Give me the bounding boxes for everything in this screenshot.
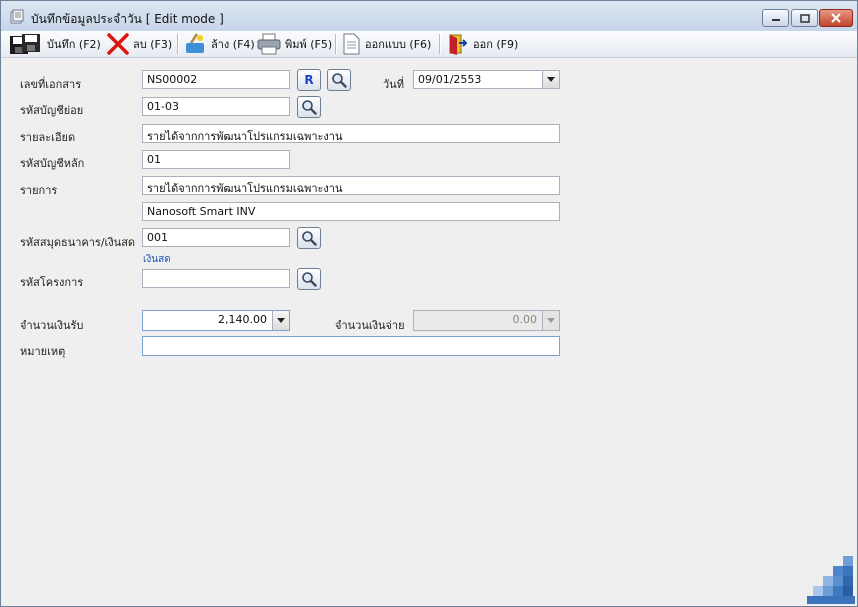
date-value: 09/01/2553 <box>418 73 482 86</box>
income-field[interactable]: 2,140.00 <box>142 310 290 331</box>
project-label: รหัสโครงการ <box>20 276 84 289</box>
bank-code-field[interactable]: 001 <box>142 228 290 247</box>
maximize-icon <box>799 13 810 23</box>
clear-button[interactable]: ล้าง (F4) <box>183 33 255 55</box>
item-field[interactable]: รายได้จากการพัฒนาโปรแกรมเฉพาะงาน <box>142 176 560 195</box>
print-label: พิมพ์ (F5) <box>285 38 333 51</box>
detail-field[interactable]: รายได้จากการพัฒนาโปรแกรมเฉพาะงาน <box>142 124 560 143</box>
bank-code-search-button[interactable] <box>297 227 321 249</box>
income-dropdown-button[interactable] <box>272 311 289 330</box>
note-field[interactable] <box>142 336 560 356</box>
minimize-icon <box>771 19 780 21</box>
exit-door-icon <box>449 34 467 55</box>
magnifier-icon <box>302 272 317 287</box>
expense-value: 0.00 <box>512 313 538 326</box>
chevron-down-icon <box>277 318 285 323</box>
note-label: หมายเหตุ <box>20 345 66 358</box>
chevron-down-icon <box>547 77 555 82</box>
doc-no-search-button[interactable] <box>327 69 351 91</box>
resize-grip-icon[interactable] <box>807 556 855 604</box>
sub-account-search-button[interactable] <box>297 96 321 118</box>
save-button[interactable]: บันทึก (F2) <box>9 33 101 55</box>
toolbar: บันทึก (F2) ลบ (F3) ล้าง (F4) พิมพ์ (F5) <box>1 31 857 58</box>
main-account-label: รหัสบัญชีหลัก <box>20 157 85 170</box>
bank-code-label: รหัสสมุดธนาคาร/เงินสด <box>20 236 136 249</box>
delete-label: ลบ (F3) <box>133 38 173 51</box>
item-label: รายการ <box>20 184 58 197</box>
design-button[interactable]: ออกแบบ (F6) <box>341 33 431 55</box>
maximize-button[interactable] <box>791 9 818 27</box>
date-dropdown-button[interactable] <box>542 71 559 88</box>
delete-button[interactable]: ลบ (F3) <box>107 33 172 55</box>
title-bar: บันทึกข้อมูลประจำวัน [ Edit mode ] <box>1 1 857 32</box>
minimize-button[interactable] <box>762 9 789 27</box>
exit-button[interactable]: ออก (F9) <box>447 33 518 55</box>
bank-code-name: เงินสด <box>143 254 171 265</box>
toolbar-separator <box>335 34 336 54</box>
design-label: ออกแบบ (F6) <box>365 38 432 51</box>
save-label: บันทึก (F2) <box>47 38 101 51</box>
printer-icon <box>257 33 281 55</box>
r-button-label: R <box>304 73 314 87</box>
floppy-disk-icon <box>10 34 40 54</box>
expense-field: 0.00 <box>413 310 560 331</box>
delete-x-icon <box>107 33 129 55</box>
toolbar-separator <box>439 34 440 54</box>
broom-icon <box>186 33 204 53</box>
document-design-icon <box>343 33 360 55</box>
doc-no-label: เลขที่เอกสาร <box>20 78 82 91</box>
magnifier-icon <box>302 100 317 115</box>
date-label: วันที่ <box>383 78 404 91</box>
expense-label: จำนวนเงินจ่าย <box>335 319 405 332</box>
income-value: 2,140.00 <box>218 313 267 326</box>
sub-account-field[interactable]: 01-03 <box>142 97 290 116</box>
app-icon <box>10 9 24 24</box>
window-title: บันทึกข้อมูลประจำวัน [ Edit mode ] <box>31 12 224 26</box>
magnifier-icon <box>332 73 347 88</box>
income-label: จำนวนเงินรับ <box>20 319 84 332</box>
exit-label: ออก (F9) <box>473 38 519 51</box>
print-button[interactable]: พิมพ์ (F5) <box>257 33 332 55</box>
main-account-field[interactable]: 01 <box>142 150 290 169</box>
close-button[interactable] <box>819 9 853 27</box>
clear-label: ล้าง (F4) <box>211 38 255 51</box>
main-window: บันทึกข้อมูลประจำวัน [ Edit mode ] บันทึ… <box>0 0 858 607</box>
item-field-2[interactable]: Nanosoft Smart INV <box>142 202 560 221</box>
sub-account-label: รหัสบัญชีย่อย <box>20 104 84 117</box>
doc-no-field[interactable]: NS00002 <box>142 70 290 89</box>
date-field[interactable]: 09/01/2553 <box>413 70 560 89</box>
expense-dropdown-button <box>542 311 559 330</box>
r-button[interactable]: R <box>297 69 321 91</box>
magnifier-icon <box>302 231 317 246</box>
close-icon <box>831 13 841 23</box>
chevron-down-icon <box>547 318 555 323</box>
project-field[interactable] <box>142 269 290 288</box>
toolbar-separator <box>177 34 178 54</box>
detail-label: รายละเอียด <box>20 131 76 144</box>
project-search-button[interactable] <box>297 268 321 290</box>
